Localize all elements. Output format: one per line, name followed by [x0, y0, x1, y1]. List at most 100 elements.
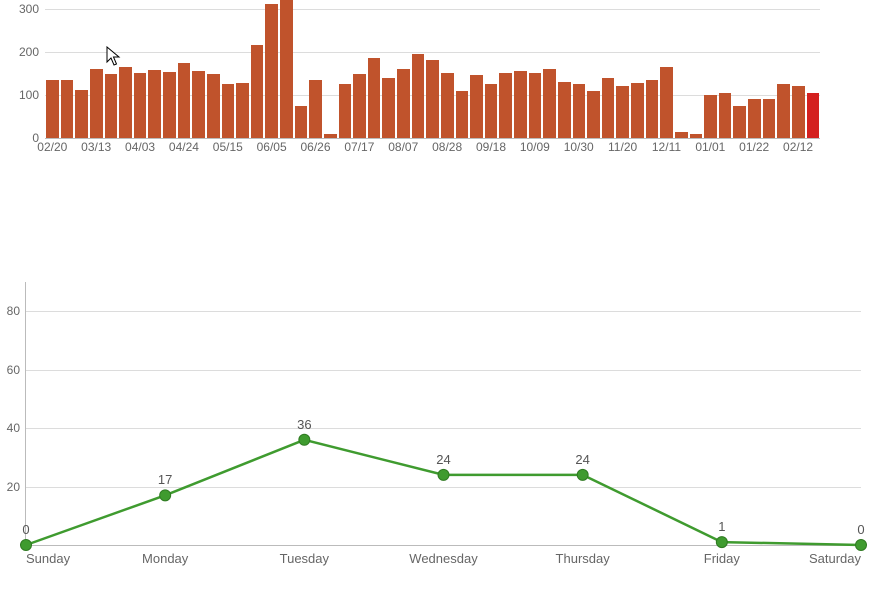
bar[interactable] [353, 74, 366, 138]
bar[interactable] [148, 70, 161, 138]
bar-x-tick: 04/03 [125, 140, 155, 154]
bar[interactable] [295, 106, 308, 138]
line-y-tick: 80 [0, 304, 26, 318]
bar[interactable] [660, 67, 673, 138]
bar-x-tick: 08/28 [432, 140, 462, 154]
line-x-tick: Monday [142, 545, 188, 566]
bar[interactable] [499, 73, 512, 138]
bar[interactable] [61, 80, 74, 138]
bar-y-tick: 300 [0, 2, 45, 16]
bar[interactable] [485, 84, 498, 138]
bar[interactable] [748, 99, 761, 138]
bar[interactable] [529, 73, 542, 138]
line-data-label: 36 [297, 417, 311, 432]
line-x-tick: Wednesday [409, 545, 477, 566]
bar-x-tick: 08/07 [388, 140, 418, 154]
bar[interactable] [456, 91, 469, 138]
bar[interactable] [75, 90, 88, 138]
bar[interactable] [178, 63, 191, 138]
line-point[interactable] [577, 469, 588, 480]
bar-x-tick: 07/17 [344, 140, 374, 154]
bar[interactable] [587, 91, 600, 138]
bar[interactable] [46, 80, 59, 138]
line-data-label: 17 [158, 472, 172, 487]
bar[interactable] [90, 69, 103, 138]
bar[interactable] [339, 84, 352, 138]
bar[interactable] [207, 74, 220, 138]
line-x-tick: Thursday [556, 545, 610, 566]
line-x-tick: Sunday [26, 545, 70, 566]
bar[interactable] [105, 74, 118, 138]
bar-x-tick: 02/20 [37, 140, 67, 154]
bar-x-tick: 10/30 [564, 140, 594, 154]
line-chart: 20406080 SundayMondayTuesdayWednesdayThu… [25, 282, 861, 546]
bar-series [45, 0, 820, 138]
line-x-tick: Saturday [809, 545, 861, 566]
bar[interactable] [733, 106, 746, 138]
bar-x-tick: 11/20 [608, 140, 637, 154]
line-data-label: 0 [22, 522, 29, 537]
bar[interactable] [777, 84, 790, 138]
bar[interactable] [397, 69, 410, 138]
bar[interactable] [470, 75, 483, 138]
line-x-tick: Friday [704, 545, 740, 566]
line-y-tick: 20 [0, 480, 26, 494]
line-point[interactable] [438, 469, 449, 480]
bar-x-tick: 12/11 [652, 140, 681, 154]
bar[interactable] [426, 60, 439, 138]
bar[interactable] [280, 0, 293, 138]
bar[interactable] [690, 134, 703, 138]
bar-y-tick: 200 [0, 45, 45, 59]
bar[interactable] [514, 71, 527, 138]
bar-chart: 0100200300 [45, 0, 820, 139]
bar[interactable] [251, 45, 264, 138]
bar-x-axis: 02/2003/1304/0304/2405/1506/0506/2607/17… [45, 140, 820, 156]
bar[interactable] [192, 71, 205, 138]
bar[interactable] [368, 58, 381, 138]
bar[interactable] [382, 78, 395, 138]
bar[interactable] [704, 95, 717, 138]
bar[interactable] [763, 99, 776, 138]
bar-x-tick: 01/22 [739, 140, 769, 154]
bar[interactable] [236, 83, 249, 138]
line-x-tick: Tuesday [280, 545, 329, 566]
bar[interactable] [543, 69, 556, 138]
page: 0100200300 02/2003/1304/0304/2405/1506/0… [0, 0, 882, 593]
bar-x-tick: 04/24 [169, 140, 199, 154]
line-series [26, 282, 861, 545]
bar[interactable] [309, 80, 322, 138]
bar[interactable] [631, 83, 644, 138]
bar-x-tick: 03/13 [81, 140, 111, 154]
line-y-tick: 60 [0, 363, 26, 377]
bar-x-tick: 09/18 [476, 140, 506, 154]
bar[interactable] [324, 134, 337, 138]
bar[interactable] [134, 73, 147, 138]
line-y-tick: 40 [0, 421, 26, 435]
bar[interactable] [558, 82, 571, 138]
bar[interactable] [441, 73, 454, 138]
bar[interactable] [646, 80, 659, 138]
bar-x-tick: 10/09 [520, 140, 550, 154]
bar[interactable] [265, 4, 278, 138]
bar[interactable] [675, 132, 688, 138]
bar[interactable] [119, 67, 132, 138]
bar-x-tick: 06/26 [301, 140, 331, 154]
line-point[interactable] [299, 434, 310, 445]
bar[interactable] [807, 93, 820, 138]
bar[interactable] [792, 86, 805, 138]
line-point[interactable] [160, 490, 171, 501]
line-data-label: 0 [857, 522, 864, 537]
bar[interactable] [163, 72, 176, 138]
bar[interactable] [719, 93, 732, 138]
bar[interactable] [616, 86, 629, 138]
bar-x-tick: 06/05 [257, 140, 287, 154]
bar[interactable] [412, 54, 425, 138]
bar-x-tick: 01/01 [695, 140, 725, 154]
bar[interactable] [602, 78, 615, 138]
bar-x-tick: 05/15 [213, 140, 243, 154]
bar[interactable] [573, 84, 586, 138]
bar[interactable] [222, 84, 235, 138]
line-data-label: 24 [575, 452, 589, 467]
bar-x-tick: 02/12 [783, 140, 813, 154]
bar-y-tick: 100 [0, 88, 45, 102]
